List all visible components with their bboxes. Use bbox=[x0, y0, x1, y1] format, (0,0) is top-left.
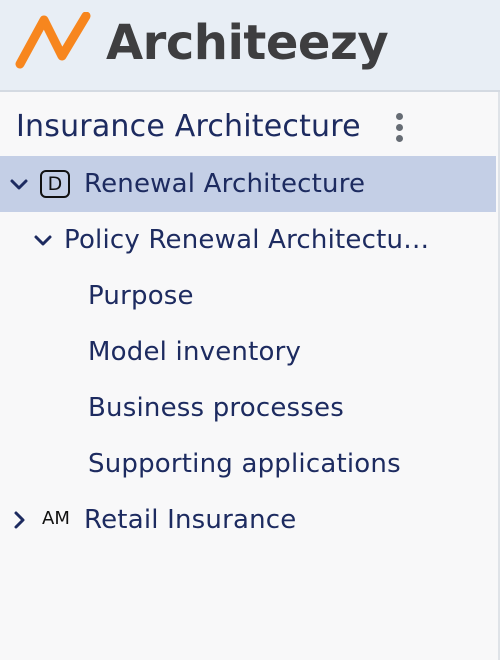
tree-item-label: Policy Renewal Architectu… bbox=[64, 225, 430, 255]
tree-item-label: Model inventory bbox=[88, 337, 302, 367]
workspace-title: Insurance Architecture bbox=[16, 109, 361, 144]
tree-item-model-inventory[interactable]: Model inventory bbox=[0, 324, 496, 380]
tree-item-business-processes[interactable]: Business processes bbox=[0, 380, 496, 436]
tree-item-label: Purpose bbox=[88, 281, 194, 311]
tree-item-label: Retail Insurance bbox=[84, 505, 297, 535]
tree-item-renewal-architecture[interactable]: D Renewal Architecture bbox=[0, 156, 496, 212]
tree-item-retail-insurance[interactable]: AM Retail Insurance bbox=[0, 492, 496, 548]
chevron-right-icon[interactable] bbox=[8, 509, 30, 531]
model-tree-panel: Insurance Architecture D Renewal Archite… bbox=[0, 92, 500, 660]
app-header: Architeezy bbox=[0, 0, 500, 92]
tree-item-policy-renewal-architecture[interactable]: Policy Renewal Architectu… bbox=[0, 212, 496, 268]
model-type-badge: AM bbox=[42, 508, 70, 529]
chevron-down-icon[interactable] bbox=[8, 173, 30, 195]
tree-item-label: Business processes bbox=[88, 393, 344, 423]
tree-item-purpose[interactable]: Purpose bbox=[0, 268, 496, 324]
tree-item-label: Renewal Architecture bbox=[84, 169, 366, 199]
architeezy-logo-icon[interactable] bbox=[14, 12, 92, 70]
chevron-down-icon[interactable] bbox=[32, 229, 54, 251]
more-vert-icon[interactable] bbox=[388, 110, 412, 146]
diagram-type-badge: D bbox=[40, 170, 70, 198]
app-name[interactable]: Architeezy bbox=[106, 8, 389, 78]
tree-item-supporting-applications[interactable]: Supporting applications bbox=[0, 436, 496, 492]
tree-item-label: Supporting applications bbox=[88, 449, 401, 479]
